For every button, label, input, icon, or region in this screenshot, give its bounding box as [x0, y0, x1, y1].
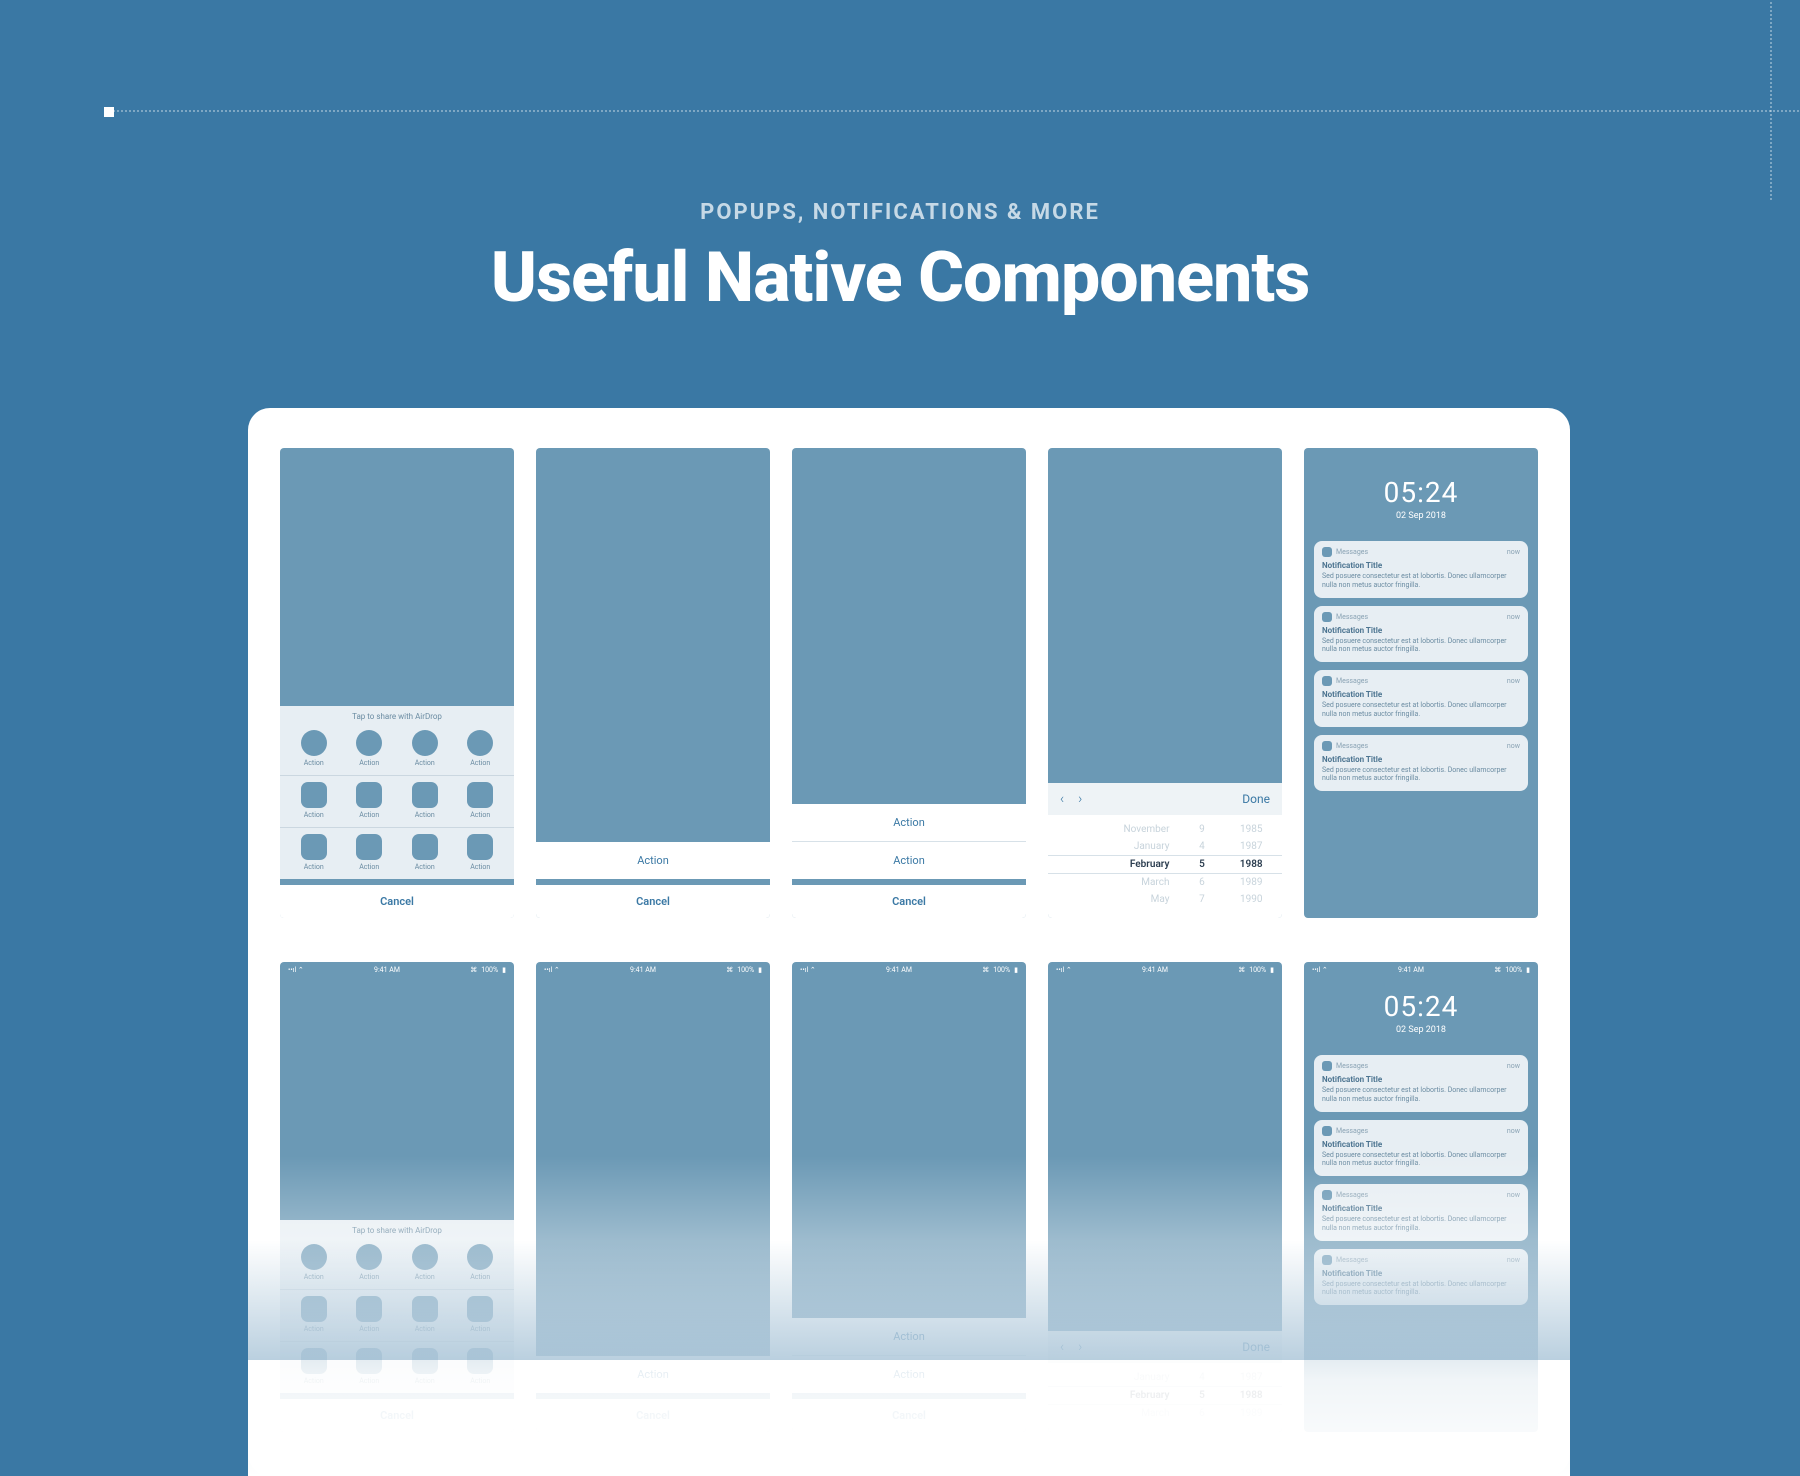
action-button[interactable]: Action — [792, 1318, 1026, 1356]
kicker: POPUPS, NOTIFICATIONS & MORE — [0, 200, 1800, 225]
status-bar: ••ıl ⌃ 9:41 AM ⌘100%▮ — [536, 962, 770, 978]
share-action-icon[interactable] — [301, 834, 327, 860]
airdrop-avatar[interactable] — [467, 730, 493, 756]
action-button[interactable]: Action — [792, 804, 1026, 842]
cancel-button[interactable]: Cancel — [536, 1393, 770, 1432]
share-sheet: Tap to share with AirDrop Action Action … — [280, 706, 514, 918]
app-icon — [1322, 1126, 1332, 1136]
phone-action-sheet-1: Action Cancel — [536, 448, 770, 918]
share-app-icon[interactable] — [356, 782, 382, 808]
notification-card[interactable]: Messagesnow Notification Title Sed posue… — [1314, 735, 1528, 792]
chevron-left-icon[interactable]: ‹ — [1060, 791, 1064, 807]
app-icon — [1322, 547, 1332, 557]
phone-date-picker-statusbar: ••ıl ⌃ 9:41 AM ⌘100%▮ ‹ › Done January41… — [1048, 962, 1282, 1432]
chevron-right-icon[interactable]: › — [1078, 791, 1082, 807]
share-sheet-title: Tap to share with AirDrop — [280, 706, 514, 723]
notification-card[interactable]: Messagesnow Notification Title Sed posue… — [1314, 670, 1528, 727]
share-action-icon[interactable] — [412, 1348, 438, 1374]
phone-date-picker: ‹ › Done November91985 January41987 Febr… — [1048, 448, 1282, 918]
app-icon — [1322, 1190, 1332, 1200]
status-right: ⌘100%▮ — [470, 966, 506, 974]
action-button[interactable]: Action — [792, 842, 1026, 879]
share-app-icon[interactable] — [412, 782, 438, 808]
notification-card[interactable]: Messagesnow Notification Title Sed posue… — [1314, 1249, 1528, 1306]
share-airdrop-row: Action Action Action Action — [280, 723, 514, 775]
done-button[interactable]: Done — [1242, 1340, 1270, 1354]
page-title: Useful Native Components — [0, 237, 1800, 319]
phone-action-sheet-2: Action Action Cancel — [792, 448, 1026, 918]
lock-clock: 05:24 02 Sep 2018 — [1304, 448, 1538, 521]
action-button[interactable]: Action — [536, 842, 770, 879]
status-bar: ••ıl ⌃ 9:41 AM ⌘100%▮ — [1304, 962, 1538, 978]
done-button[interactable]: Done — [1242, 792, 1270, 806]
airdrop-avatar[interactable] — [301, 1244, 327, 1270]
share-apps-row: Action Action Action Action — [280, 775, 514, 827]
airdrop-avatar[interactable] — [356, 1244, 382, 1270]
action-button[interactable]: Action — [536, 1356, 770, 1393]
share-action-icon[interactable] — [356, 1348, 382, 1374]
action-button[interactable]: Action — [792, 1356, 1026, 1393]
phone-action-sheet-2-statusbar: ••ıl ⌃ 9:41 AM ⌘100%▮ Action Action Canc… — [792, 962, 1026, 1432]
phone-action-sheet-1-statusbar: ••ıl ⌃ 9:41 AM ⌘100%▮ Action Cancel — [536, 962, 770, 1432]
share-action-icon[interactable] — [467, 1348, 493, 1374]
date-picker[interactable]: January41987 February51988 March61989 — [1048, 1363, 1282, 1432]
lock-date: 02 Sep 2018 — [1304, 511, 1538, 521]
share-app-icon[interactable] — [301, 1296, 327, 1322]
share-action-icon[interactable] — [356, 834, 382, 860]
share-app-icon[interactable] — [467, 782, 493, 808]
airdrop-avatar[interactable] — [467, 1244, 493, 1270]
status-bar: ••ıl ⌃ 9:41 AM ⌘100%▮ — [1048, 962, 1282, 978]
notification-card[interactable]: Messagesnow Notification Title Sed posue… — [1314, 541, 1528, 598]
row-2: ••ıl ⌃ 9:41 AM ⌘100%▮ Tap to share with … — [280, 962, 1538, 1432]
status-bar: ••ıl ⌃ 9:41 AM ⌘100%▮ — [280, 962, 514, 978]
cancel-button[interactable]: Cancel — [280, 879, 514, 918]
components-panel: Tap to share with AirDrop Action Action … — [248, 408, 1570, 1476]
status-time: 9:41 AM — [374, 966, 400, 974]
airdrop-avatar[interactable] — [356, 730, 382, 756]
date-picker[interactable]: November91985 January41987 February51988… — [1048, 815, 1282, 918]
airdrop-avatar[interactable] — [301, 730, 327, 756]
phone-share-sheet-statusbar: ••ıl ⌃ 9:41 AM ⌘100%▮ Tap to share with … — [280, 962, 514, 1432]
cancel-button[interactable]: Cancel — [792, 879, 1026, 918]
share-item-label: Action — [286, 759, 342, 767]
cancel-button[interactable]: Cancel — [792, 1393, 1026, 1432]
share-app-icon[interactable] — [467, 1296, 493, 1322]
notification-card[interactable]: Messagesnow Notification Title Sed posue… — [1314, 1184, 1528, 1241]
app-icon — [1322, 612, 1332, 622]
picker-selected-row: February51988 — [1048, 855, 1282, 874]
picker-toolbar: ‹ › Done — [1048, 783, 1282, 815]
cancel-button[interactable]: Cancel — [280, 1393, 514, 1432]
share-app-icon[interactable] — [356, 1296, 382, 1322]
chevron-right-icon[interactable]: › — [1078, 1339, 1082, 1355]
bluetooth-icon: ⌘ — [470, 966, 477, 974]
row-1: Tap to share with AirDrop Action Action … — [280, 448, 1538, 918]
share-action-icon[interactable] — [467, 834, 493, 860]
app-icon — [1322, 1061, 1332, 1071]
app-icon — [1322, 1255, 1332, 1265]
share-app-icon[interactable] — [301, 782, 327, 808]
share-app-icon[interactable] — [412, 1296, 438, 1322]
share-action-icon[interactable] — [412, 834, 438, 860]
battery-icon: ▮ — [502, 966, 506, 974]
phone-lock-screen-statusbar: ••ıl ⌃ 9:41 AM ⌘100%▮ 05:24 02 Sep 2018 … — [1304, 962, 1538, 1432]
cancel-button[interactable]: Cancel — [536, 879, 770, 918]
phone-share-sheet: Tap to share with AirDrop Action Action … — [280, 448, 514, 918]
notification-card[interactable]: Messagesnow Notification Title Sed posue… — [1314, 606, 1528, 663]
lock-time: 05:24 — [1304, 476, 1538, 509]
app-icon — [1322, 676, 1332, 686]
app-icon — [1322, 741, 1332, 751]
notification-body: Sed posuere consectetur est at lobortis.… — [1322, 572, 1520, 590]
airdrop-avatar[interactable] — [412, 1244, 438, 1270]
phone-lock-screen: 05:24 02 Sep 2018 Messagesnow Notificati… — [1304, 448, 1538, 918]
status-bar: ••ıl ⌃ 9:41 AM ⌘100%▮ — [792, 962, 1026, 978]
airdrop-avatar[interactable] — [412, 730, 438, 756]
signal-icon: ••ıl ⌃ — [288, 966, 304, 974]
share-action-icon[interactable] — [301, 1348, 327, 1374]
notification-card[interactable]: Messagesnow Notification Title Sed posue… — [1314, 1055, 1528, 1112]
chevron-left-icon[interactable]: ‹ — [1060, 1339, 1064, 1355]
notification-card[interactable]: Messagesnow Notification Title Sed posue… — [1314, 1120, 1528, 1177]
share-actions-row: Action Action Action Action — [280, 827, 514, 879]
notification-title: Notification Title — [1322, 561, 1520, 570]
